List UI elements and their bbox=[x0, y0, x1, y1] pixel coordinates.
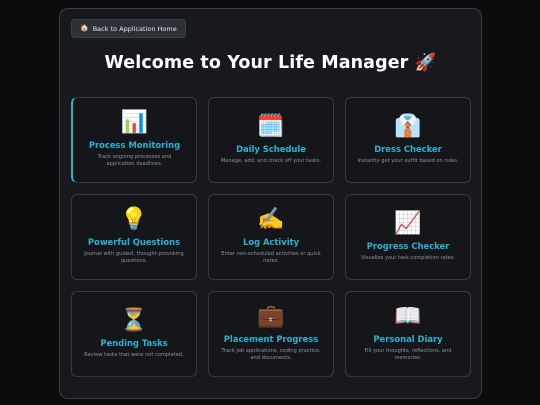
card-title: Personal Diary bbox=[373, 334, 443, 345]
card-title: Daily Schedule bbox=[236, 143, 306, 154]
card-description: Fill your thoughts, reflections, and mem… bbox=[364, 348, 452, 361]
card-title: Progress Checker bbox=[366, 240, 450, 251]
card-title: Placement Progress bbox=[223, 334, 319, 345]
open-book-icon: 📖 bbox=[394, 304, 422, 330]
card-personal-diary[interactable]: 📖 Personal Diary Fill your thoughts, ref… bbox=[345, 291, 471, 377]
briefcase-icon: 💼 bbox=[257, 304, 285, 330]
card-powerful-questions[interactable]: 💡 Powerful Questions Journal with guided… bbox=[71, 194, 197, 280]
card-process-monitoring[interactable]: 📊 Process Monitoring Track ongoing proce… bbox=[71, 97, 197, 183]
card-title: Log Activity bbox=[242, 237, 300, 248]
card-title: Pending Tasks bbox=[100, 337, 168, 348]
card-title: Process Monitoring bbox=[88, 140, 181, 151]
line-chart-icon: 📈 bbox=[394, 210, 422, 236]
card-pending-tasks[interactable]: ⏳ Pending Tasks Review tasks that were n… bbox=[71, 291, 197, 377]
back-to-home-button[interactable]: 🏠 Back to Application Home bbox=[71, 19, 186, 38]
card-title: Dress Checker bbox=[374, 143, 442, 154]
card-description: Journal with guided, thought-provoking q… bbox=[84, 251, 184, 264]
card-description: Track ongoing processes and application … bbox=[97, 154, 172, 167]
card-log-activity[interactable]: ✍️ Log Activity Enter non-scheduled acti… bbox=[208, 194, 334, 280]
card-description: Enter non-scheduled activities or quick … bbox=[221, 251, 321, 264]
house-icon: 🏠 bbox=[80, 24, 89, 32]
card-daily-schedule[interactable]: 🗓️ Daily Schedule Manage, add, and check… bbox=[208, 97, 334, 183]
card-description: Instantly get your outfit based on rules… bbox=[357, 157, 459, 164]
card-description: Manage, add, and check off your tasks. bbox=[220, 157, 322, 164]
card-description: Track job applications, coding practice,… bbox=[221, 348, 321, 361]
back-button-label: Back to Application Home bbox=[92, 24, 177, 33]
calendar-icon: 🗓️ bbox=[257, 113, 285, 139]
card-title: Powerful Questions bbox=[87, 237, 181, 248]
lightbulb-icon: 💡 bbox=[120, 207, 148, 233]
hourglass-icon: ⏳ bbox=[120, 307, 148, 333]
card-dress-checker[interactable]: 👔 Dress Checker Instantly get your outfi… bbox=[345, 97, 471, 183]
card-description: Visualize your task completion rates. bbox=[360, 254, 456, 261]
card-placement-progress[interactable]: 💼 Placement Progress Track job applicati… bbox=[208, 291, 334, 377]
writing-hand-icon: ✍️ bbox=[257, 207, 285, 233]
main-panel: 🏠 Back to Application Home Welcome to Yo… bbox=[59, 8, 482, 399]
page-title: Welcome to Your Life Manager 🚀 bbox=[104, 53, 437, 73]
shirt-tie-icon: 👔 bbox=[394, 113, 422, 139]
card-description: Review tasks that were not completed. bbox=[84, 351, 184, 358]
card-progress-checker[interactable]: 📈 Progress Checker Visualize your task c… bbox=[345, 194, 471, 280]
bar-chart-icon: 📊 bbox=[120, 110, 149, 136]
feature-grid: 📊 Process Monitoring Track ongoing proce… bbox=[71, 97, 471, 377]
